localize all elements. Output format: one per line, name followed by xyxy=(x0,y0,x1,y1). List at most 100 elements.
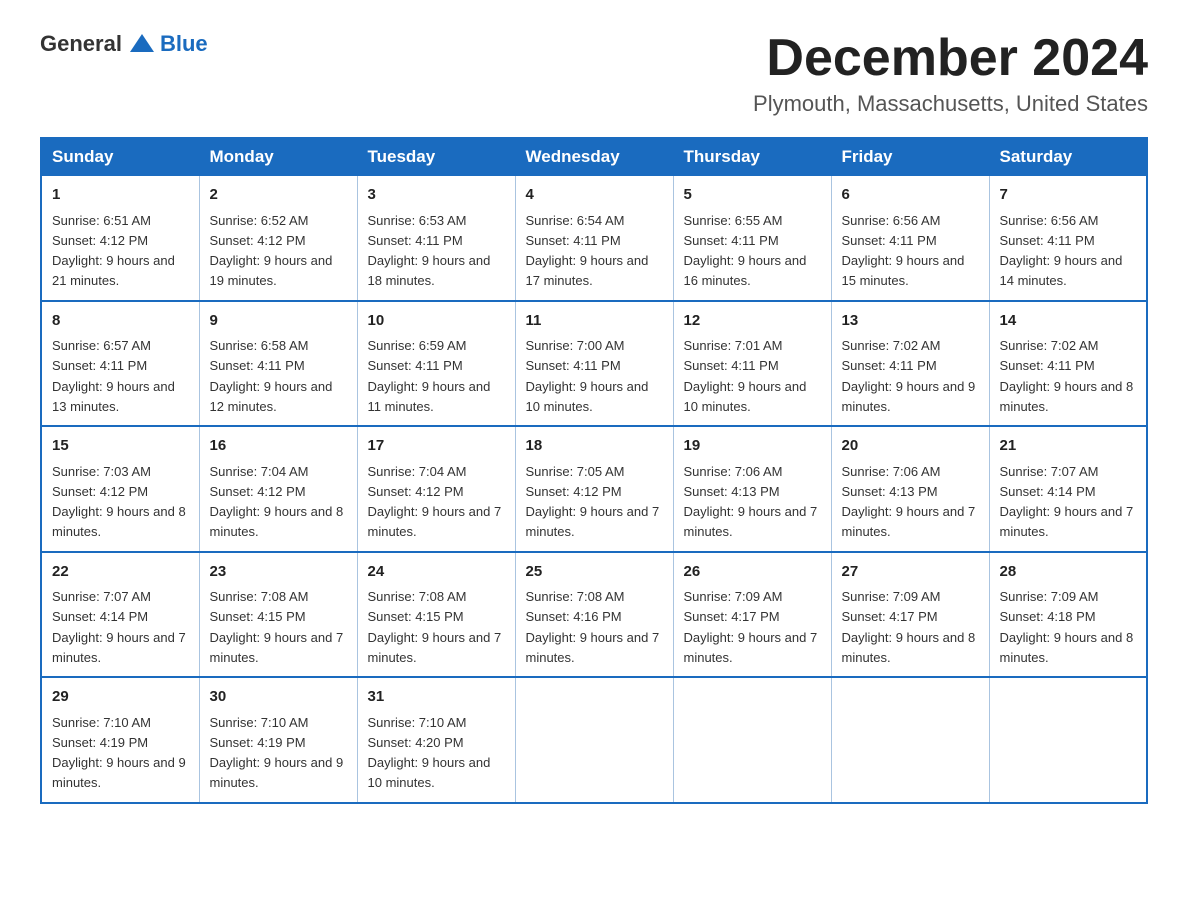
day-number: 16 xyxy=(210,435,347,458)
day-info: Sunrise: 6:52 AMSunset: 4:12 PMDaylight:… xyxy=(210,213,333,289)
calendar-day-cell: 4 Sunrise: 6:54 AMSunset: 4:11 PMDayligh… xyxy=(515,176,673,301)
day-number: 12 xyxy=(684,310,821,333)
day-number: 13 xyxy=(842,310,979,333)
day-info: Sunrise: 7:01 AMSunset: 4:11 PMDaylight:… xyxy=(684,338,807,414)
day-info: Sunrise: 7:02 AMSunset: 4:11 PMDaylight:… xyxy=(842,338,976,414)
day-number: 8 xyxy=(52,310,189,333)
calendar-day-cell xyxy=(831,677,989,803)
day-info: Sunrise: 7:09 AMSunset: 4:17 PMDaylight:… xyxy=(842,589,976,665)
day-info: Sunrise: 7:05 AMSunset: 4:12 PMDaylight:… xyxy=(526,464,660,540)
location-title: Plymouth, Massachusetts, United States xyxy=(753,91,1148,117)
day-number: 24 xyxy=(368,561,505,584)
calendar-day-cell xyxy=(989,677,1147,803)
day-info: Sunrise: 6:54 AMSunset: 4:11 PMDaylight:… xyxy=(526,213,649,289)
calendar-day-cell: 7 Sunrise: 6:56 AMSunset: 4:11 PMDayligh… xyxy=(989,176,1147,301)
calendar-day-cell: 8 Sunrise: 6:57 AMSunset: 4:11 PMDayligh… xyxy=(41,301,199,427)
calendar-day-cell: 17 Sunrise: 7:04 AMSunset: 4:12 PMDaylig… xyxy=(357,426,515,552)
day-number: 18 xyxy=(526,435,663,458)
calendar-day-cell: 31 Sunrise: 7:10 AMSunset: 4:20 PMDaylig… xyxy=(357,677,515,803)
day-info: Sunrise: 6:59 AMSunset: 4:11 PMDaylight:… xyxy=(368,338,491,414)
calendar-table: SundayMondayTuesdayWednesdayThursdayFrid… xyxy=(40,137,1148,804)
day-number: 26 xyxy=(684,561,821,584)
weekday-header-tuesday: Tuesday xyxy=(357,138,515,176)
calendar-day-cell: 10 Sunrise: 6:59 AMSunset: 4:11 PMDaylig… xyxy=(357,301,515,427)
weekday-header-sunday: Sunday xyxy=(41,138,199,176)
weekday-header-friday: Friday xyxy=(831,138,989,176)
calendar-week-row: 29 Sunrise: 7:10 AMSunset: 4:19 PMDaylig… xyxy=(41,677,1147,803)
day-number: 29 xyxy=(52,686,189,709)
day-info: Sunrise: 7:09 AMSunset: 4:17 PMDaylight:… xyxy=(684,589,818,665)
day-number: 22 xyxy=(52,561,189,584)
day-info: Sunrise: 6:56 AMSunset: 4:11 PMDaylight:… xyxy=(842,213,965,289)
day-number: 25 xyxy=(526,561,663,584)
calendar-day-cell: 26 Sunrise: 7:09 AMSunset: 4:17 PMDaylig… xyxy=(673,552,831,678)
calendar-day-cell: 22 Sunrise: 7:07 AMSunset: 4:14 PMDaylig… xyxy=(41,552,199,678)
day-number: 21 xyxy=(1000,435,1137,458)
calendar-day-cell: 9 Sunrise: 6:58 AMSunset: 4:11 PMDayligh… xyxy=(199,301,357,427)
calendar-day-cell xyxy=(515,677,673,803)
day-info: Sunrise: 7:06 AMSunset: 4:13 PMDaylight:… xyxy=(842,464,976,540)
calendar-day-cell: 5 Sunrise: 6:55 AMSunset: 4:11 PMDayligh… xyxy=(673,176,831,301)
calendar-day-cell: 27 Sunrise: 7:09 AMSunset: 4:17 PMDaylig… xyxy=(831,552,989,678)
weekday-header-wednesday: Wednesday xyxy=(515,138,673,176)
calendar-day-cell: 18 Sunrise: 7:05 AMSunset: 4:12 PMDaylig… xyxy=(515,426,673,552)
calendar-day-cell: 2 Sunrise: 6:52 AMSunset: 4:12 PMDayligh… xyxy=(199,176,357,301)
calendar-day-cell: 16 Sunrise: 7:04 AMSunset: 4:12 PMDaylig… xyxy=(199,426,357,552)
day-number: 10 xyxy=(368,310,505,333)
calendar-day-cell: 21 Sunrise: 7:07 AMSunset: 4:14 PMDaylig… xyxy=(989,426,1147,552)
calendar-day-cell: 30 Sunrise: 7:10 AMSunset: 4:19 PMDaylig… xyxy=(199,677,357,803)
calendar-day-cell: 28 Sunrise: 7:09 AMSunset: 4:18 PMDaylig… xyxy=(989,552,1147,678)
day-number: 28 xyxy=(1000,561,1137,584)
day-number: 27 xyxy=(842,561,979,584)
day-info: Sunrise: 6:57 AMSunset: 4:11 PMDaylight:… xyxy=(52,338,175,414)
day-info: Sunrise: 7:00 AMSunset: 4:11 PMDaylight:… xyxy=(526,338,649,414)
day-info: Sunrise: 6:58 AMSunset: 4:11 PMDaylight:… xyxy=(210,338,333,414)
day-number: 19 xyxy=(684,435,821,458)
calendar-day-cell xyxy=(673,677,831,803)
calendar-day-cell: 19 Sunrise: 7:06 AMSunset: 4:13 PMDaylig… xyxy=(673,426,831,552)
logo-text: General Blue xyxy=(40,30,208,58)
month-title: December 2024 xyxy=(753,30,1148,87)
day-info: Sunrise: 7:10 AMSunset: 4:19 PMDaylight:… xyxy=(210,715,344,791)
day-number: 1 xyxy=(52,184,189,207)
day-number: 7 xyxy=(1000,184,1137,207)
day-number: 4 xyxy=(526,184,663,207)
calendar-day-cell: 25 Sunrise: 7:08 AMSunset: 4:16 PMDaylig… xyxy=(515,552,673,678)
day-info: Sunrise: 7:04 AMSunset: 4:12 PMDaylight:… xyxy=(368,464,502,540)
calendar-day-cell: 14 Sunrise: 7:02 AMSunset: 4:11 PMDaylig… xyxy=(989,301,1147,427)
day-number: 30 xyxy=(210,686,347,709)
day-number: 23 xyxy=(210,561,347,584)
day-number: 17 xyxy=(368,435,505,458)
day-info: Sunrise: 6:51 AMSunset: 4:12 PMDaylight:… xyxy=(52,213,175,289)
calendar-day-cell: 3 Sunrise: 6:53 AMSunset: 4:11 PMDayligh… xyxy=(357,176,515,301)
logo-blue: Blue xyxy=(160,31,208,57)
calendar-week-row: 8 Sunrise: 6:57 AMSunset: 4:11 PMDayligh… xyxy=(41,301,1147,427)
day-info: Sunrise: 7:10 AMSunset: 4:20 PMDaylight:… xyxy=(368,715,491,791)
calendar-day-cell: 23 Sunrise: 7:08 AMSunset: 4:15 PMDaylig… xyxy=(199,552,357,678)
calendar-day-cell: 20 Sunrise: 7:06 AMSunset: 4:13 PMDaylig… xyxy=(831,426,989,552)
calendar-week-row: 1 Sunrise: 6:51 AMSunset: 4:12 PMDayligh… xyxy=(41,176,1147,301)
day-info: Sunrise: 6:56 AMSunset: 4:11 PMDaylight:… xyxy=(1000,213,1123,289)
day-number: 11 xyxy=(526,310,663,333)
day-info: Sunrise: 7:08 AMSunset: 4:15 PMDaylight:… xyxy=(368,589,502,665)
day-number: 3 xyxy=(368,184,505,207)
weekday-header-thursday: Thursday xyxy=(673,138,831,176)
calendar-day-cell: 13 Sunrise: 7:02 AMSunset: 4:11 PMDaylig… xyxy=(831,301,989,427)
day-info: Sunrise: 6:53 AMSunset: 4:11 PMDaylight:… xyxy=(368,213,491,289)
calendar-day-cell: 11 Sunrise: 7:00 AMSunset: 4:11 PMDaylig… xyxy=(515,301,673,427)
calendar-week-row: 22 Sunrise: 7:07 AMSunset: 4:14 PMDaylig… xyxy=(41,552,1147,678)
day-number: 6 xyxy=(842,184,979,207)
calendar-day-cell: 1 Sunrise: 6:51 AMSunset: 4:12 PMDayligh… xyxy=(41,176,199,301)
weekday-header-monday: Monday xyxy=(199,138,357,176)
calendar-day-cell: 12 Sunrise: 7:01 AMSunset: 4:11 PMDaylig… xyxy=(673,301,831,427)
day-info: Sunrise: 7:07 AMSunset: 4:14 PMDaylight:… xyxy=(52,589,186,665)
day-number: 31 xyxy=(368,686,505,709)
day-info: Sunrise: 7:03 AMSunset: 4:12 PMDaylight:… xyxy=(52,464,186,540)
logo: General Blue xyxy=(40,30,208,58)
day-number: 15 xyxy=(52,435,189,458)
logo-icon xyxy=(128,30,156,58)
day-info: Sunrise: 7:09 AMSunset: 4:18 PMDaylight:… xyxy=(1000,589,1134,665)
weekday-header-row: SundayMondayTuesdayWednesdayThursdayFrid… xyxy=(41,138,1147,176)
day-info: Sunrise: 7:08 AMSunset: 4:16 PMDaylight:… xyxy=(526,589,660,665)
day-info: Sunrise: 7:04 AMSunset: 4:12 PMDaylight:… xyxy=(210,464,344,540)
